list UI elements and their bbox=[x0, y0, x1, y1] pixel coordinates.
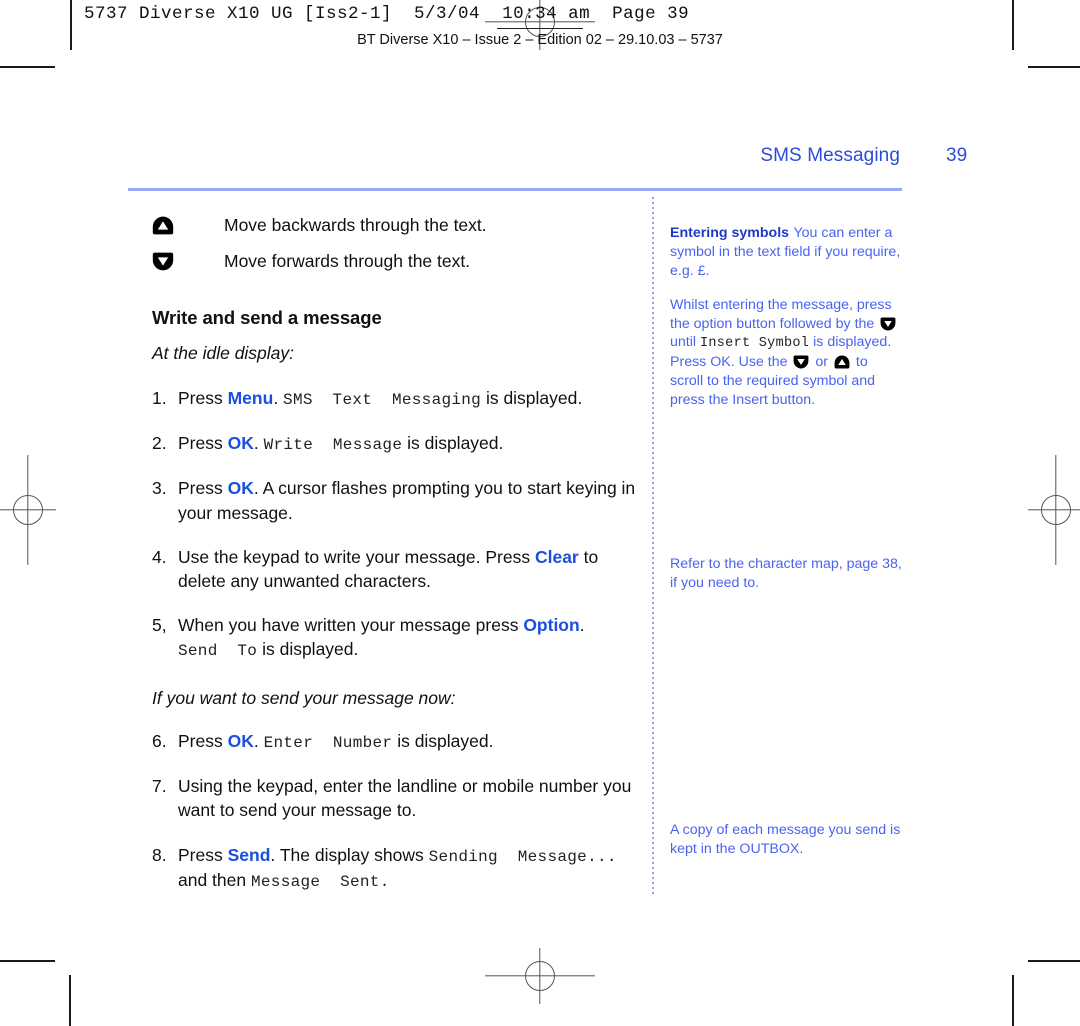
key-name: Send bbox=[227, 844, 271, 865]
main-column: Move backwards through the text. Move fo… bbox=[152, 214, 642, 913]
step-text: Press bbox=[178, 844, 228, 865]
crop-mark-bottom-left-vertical bbox=[69, 975, 71, 1026]
registration-mark-right bbox=[1028, 455, 1080, 565]
key-name: Option bbox=[523, 614, 580, 635]
step-number: 6. bbox=[152, 731, 167, 752]
sidebar-para-2-b: until bbox=[670, 334, 700, 351]
step-text: Press bbox=[178, 478, 228, 499]
crop-mark-top-left-horizontal bbox=[0, 66, 55, 68]
sidebar-note-outbox: A copy of each message you send is kept … bbox=[670, 821, 901, 857]
step-text: and then bbox=[178, 869, 251, 890]
step-text: . bbox=[579, 614, 585, 635]
step-text: . bbox=[253, 433, 264, 454]
down-arrow-key-icon bbox=[880, 317, 896, 331]
key-row-up: Move backwards through the text. bbox=[152, 214, 642, 238]
sidebar-para-2-a: Whilst entering the message, press the o… bbox=[670, 296, 892, 332]
step-item: 4. Use the keypad to write your message. … bbox=[152, 545, 642, 593]
step-text: is displayed. bbox=[402, 433, 504, 454]
step-item: 1. Press Menu. SMS Text Messaging is disp… bbox=[152, 386, 642, 411]
step-item: 8. Press Send. The display shows Sending … bbox=[152, 843, 642, 893]
sidebar-lcd-insert-symbol: Insert Symbol bbox=[699, 336, 810, 352]
key-name: OK bbox=[227, 433, 254, 454]
key-name: Menu bbox=[227, 388, 274, 409]
sidebar-heading: Entering symbols bbox=[670, 225, 790, 241]
key-row-up-label: Move backwards through the text. bbox=[224, 215, 487, 235]
intro-italic: At the idle display: bbox=[152, 343, 295, 364]
lcd-display-text: Sending Message... bbox=[428, 847, 617, 866]
step-number: 2. bbox=[152, 433, 167, 454]
header-rule bbox=[128, 188, 902, 191]
step-number: 1. bbox=[152, 388, 167, 409]
step-item: 2. Press OK. Write Message is displayed. bbox=[152, 431, 642, 456]
section-heading: Write and send a message bbox=[152, 307, 382, 329]
step-text: . bbox=[273, 388, 284, 409]
steps-list-primary: 1. Press Menu. SMS Text Messaging is disp… bbox=[152, 386, 642, 662]
step-text: is displayed. bbox=[392, 731, 494, 752]
crop-mark-bottom-right-horizontal bbox=[1028, 960, 1080, 962]
step-number: 7. bbox=[152, 776, 167, 797]
step-text: . bbox=[253, 731, 264, 752]
step-number: 3. bbox=[152, 478, 167, 499]
key-row-down: Move forwards through the text. bbox=[152, 250, 642, 274]
key-name: Clear bbox=[534, 546, 579, 567]
slug-underline bbox=[497, 28, 583, 30]
down-arrow-key-icon bbox=[793, 355, 809, 369]
step-text: is displayed. bbox=[481, 388, 583, 409]
step-text: Press bbox=[178, 731, 228, 752]
lcd-display-text: Write Message bbox=[263, 436, 403, 455]
crop-mark-top-right-horizontal bbox=[1028, 66, 1080, 68]
mid-italic: If you want to send your message now: bbox=[152, 688, 456, 709]
step-number: 8. bbox=[152, 844, 167, 865]
lcd-display-text: Enter Number bbox=[263, 734, 393, 753]
manual-page: 5737 Diverse X10 UG [Iss2-1] 5/3/04 10:3… bbox=[0, 0, 1080, 1026]
key-row-down-label: Move forwards through the text. bbox=[224, 250, 471, 271]
edition-slug-line: BT Diverse X10 – Issue 2 – Edition 02 – … bbox=[357, 32, 723, 48]
down-arrow-key-icon bbox=[152, 252, 174, 271]
key-name: OK bbox=[227, 478, 254, 499]
page-number: 39 bbox=[946, 145, 968, 166]
key-name: OK bbox=[227, 731, 254, 752]
crop-mark-bottom-left-horizontal bbox=[0, 960, 55, 962]
sidebar-column: Entering symbols You can enter a symbol … bbox=[670, 224, 902, 858]
steps-list-secondary: 6. Press OK. Enter Number is displayed. 7.… bbox=[152, 729, 642, 893]
registration-mark-bottom bbox=[485, 948, 595, 1004]
column-divider bbox=[652, 197, 654, 897]
step-text: Press bbox=[178, 388, 228, 409]
step-text: . The display shows bbox=[270, 844, 429, 865]
sidebar-para-2-d: or bbox=[811, 354, 832, 371]
step-item: 5, When you have written your message pre… bbox=[152, 613, 642, 662]
step-number: 5, bbox=[152, 614, 167, 635]
step-text: When you have written your message press bbox=[178, 614, 524, 635]
sidebar-note-character-map: Refer to the character map, page 38, if … bbox=[670, 555, 902, 591]
up-arrow-key-icon bbox=[152, 216, 174, 235]
running-head-title: SMS Messaging bbox=[760, 145, 900, 166]
step-item: 6. Press OK. Enter Number is displayed. bbox=[152, 729, 642, 754]
step-item: 3. Press OK. A cursor flashes prompting y… bbox=[152, 476, 642, 524]
step-item: 7. Using the keypad, enter the landline o… bbox=[152, 774, 642, 822]
step-text: Using the keypad, enter the landline or … bbox=[178, 776, 632, 821]
lcd-display-text: Message Sent. bbox=[250, 872, 390, 891]
lcd-display-text: SMS Text Messaging bbox=[283, 391, 482, 410]
lcd-display-text: Send To bbox=[178, 642, 258, 661]
imposition-slug-line: 5737 Diverse X10 UG [Iss2-1] 5/3/04 10:3… bbox=[84, 4, 690, 24]
step-text: Use the keypad to write your message. Pr… bbox=[178, 546, 535, 567]
crop-mark-bottom-right-vertical bbox=[1012, 975, 1014, 1026]
step-number: 4. bbox=[152, 546, 167, 567]
up-arrow-key-icon bbox=[834, 355, 850, 369]
step-text: Press bbox=[178, 433, 228, 454]
sidebar-para-2: Whilst entering the message, press the o… bbox=[670, 296, 902, 410]
registration-mark-left bbox=[0, 455, 56, 565]
sidebar-entering-symbols: Entering symbols You can enter a symbol … bbox=[670, 224, 902, 281]
step-text: is displayed. bbox=[257, 639, 359, 660]
